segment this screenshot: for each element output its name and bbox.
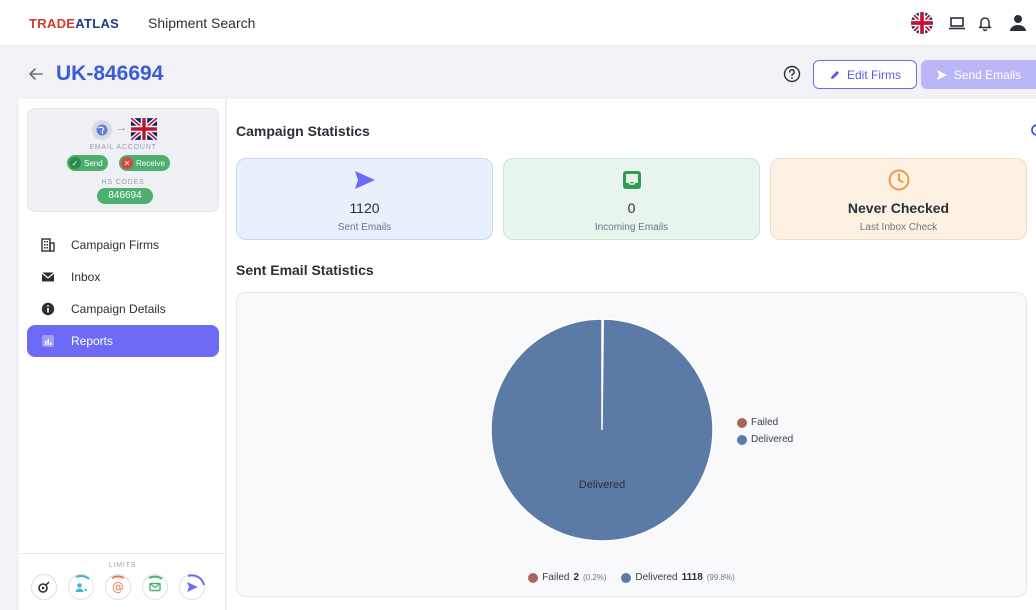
legend-item-failed[interactable]: Failed [737,414,793,431]
summary-delivered-percent: (99.8%) [706,573,735,582]
last-inbox-check-label: Last Inbox Check [859,222,938,233]
report-chart-icon [42,335,54,347]
incoming-emails-card: 0 Incoming Emails [503,158,760,240]
legend-label-failed: Failed [751,417,779,428]
chart-legend: Failed Delivered [737,414,793,448]
pie-slice-delivered[interactable] [490,318,714,542]
globe-icon [92,120,112,140]
summary-failed-percent: (0.2%) [583,573,607,582]
sent-email-statistics-title: Sent Email Statistics [236,262,374,278]
legend-swatch-failed [737,417,747,428]
refresh-icon[interactable] [1029,122,1036,138]
campaign-title: UK-846694 [56,62,164,85]
envelope-icon [41,272,55,282]
pencil-icon [831,70,839,79]
sidebar: → EMAIL ACCOUNT ✓ Send ✕ Receive HS CODE… [19,99,226,610]
back-arrow-icon[interactable] [26,64,46,84]
send-emails-button[interactable]: Send Emails [921,60,1036,89]
uk-flag-icon [131,118,157,140]
edit-firms-button[interactable]: Edit Firms [813,60,917,89]
incoming-emails-value: 0 [627,200,636,216]
sent-emails-card: 1120 Sent Emails [236,158,493,240]
summary-swatch-delivered [621,572,632,583]
sidebar-item-reports[interactable]: Reports [27,325,219,357]
sidebar-nav: Campaign Firms Inbox Campaign Details Re… [27,229,219,357]
hs-codes-label: HS CODES [101,179,145,186]
main-panel: Campaign Statistics 1120 Sent Emails 0 I… [227,99,1036,610]
help-icon[interactable] [782,64,802,84]
summary-failed: Failed 2 (0.2%) [528,572,607,583]
target-limit-icon[interactable] [30,573,58,601]
x-icon: ✕ [121,157,133,169]
mail-limit-icon[interactable] [141,573,169,601]
limits-label: LIMITS [108,562,137,569]
info-icon [41,302,55,316]
hs-code-badge: 846694 [97,188,153,204]
sent-emails-label: Sent Emails [337,222,392,233]
summary-delivered-count: 1118 [681,572,703,583]
send-status-badge: ✓ Send [67,155,108,171]
sidebar-item-campaign-firms[interactable]: Campaign Firms [27,229,219,261]
arrow-right-icon: → [116,122,127,134]
legend-swatch-delivered [737,434,747,445]
sidebar-item-campaign-details[interactable]: Campaign Details [27,293,219,325]
last-inbox-check-card: Never Checked Last Inbox Check [770,158,1027,240]
summary-failed-count: 2 [573,572,580,583]
brand-part-1: TRADE [29,16,76,31]
brand-logo[interactable]: TRADEATLAS [29,16,119,31]
sidebar-item-label: Campaign Firms [71,238,160,252]
email-account-label: EMAIL ACCOUNT [89,144,157,151]
sidebar-item-label: Inbox [71,270,101,284]
receive-status-label: Receive [136,158,165,168]
uk-flag-icon[interactable] [911,12,933,34]
last-inbox-check-value: Never Checked [847,200,950,216]
sidebar-item-inbox[interactable]: Inbox [27,261,219,293]
user-limit-icon[interactable] [67,573,95,601]
top-bar: TRADEATLAS Shipment Search [0,0,1036,46]
sidebar-item-label: Campaign Details [71,302,166,316]
email-account-card: → EMAIL ACCOUNT ✓ Send ✕ Receive HS CODE… [27,108,219,212]
send-emails-label: Send Emails [953,67,1022,82]
laptop-icon[interactable] [947,14,967,32]
inbox-icon [622,171,641,189]
pie-chart: Delivered [490,318,714,542]
pie-slice-label: Delivered [579,479,625,491]
summary-failed-name: Failed [542,572,570,583]
legend-label-delivered: Delivered [751,434,794,445]
check-icon: ✓ [69,157,81,169]
campaign-statistics-title: Campaign Statistics [236,123,370,139]
legend-item-delivered[interactable]: Delivered [737,431,793,448]
bell-icon[interactable] [975,14,995,32]
summary-swatch-failed [528,572,539,583]
receive-status-badge: ✕ Receive [119,155,170,171]
limits-panel: LIMITS @ [19,553,226,610]
edit-firms-label: Edit Firms [847,67,901,82]
summary-delivered: Delivered 1118 (99.8%) [621,572,735,583]
send-limit-icon[interactable] [178,573,206,601]
send-status-label: Send [84,158,103,168]
app-title[interactable]: Shipment Search [148,15,255,31]
clock-icon [888,169,909,191]
sent-emails-value: 1120 [349,200,380,216]
incoming-emails-label: Incoming Emails [594,222,669,233]
chart-summary-legend: Failed 2 (0.2%) Delivered 1118 (99.8%) [237,572,1026,586]
sidebar-item-label: Reports [71,334,114,348]
svg-text:@: @ [112,580,124,594]
brand-part-2: ATLAS [75,16,120,31]
top-icons [911,11,1036,35]
user-icon[interactable] [1005,14,1031,32]
at-sign-limit-icon[interactable]: @ [104,573,132,601]
paper-plane-icon [936,69,947,80]
building-icon [41,238,55,252]
pie-chart-panel: Delivered Failed Delivered Failed 2 (0.2… [236,292,1027,597]
summary-delivered-name: Delivered [635,572,678,583]
paper-plane-icon [354,171,375,189]
